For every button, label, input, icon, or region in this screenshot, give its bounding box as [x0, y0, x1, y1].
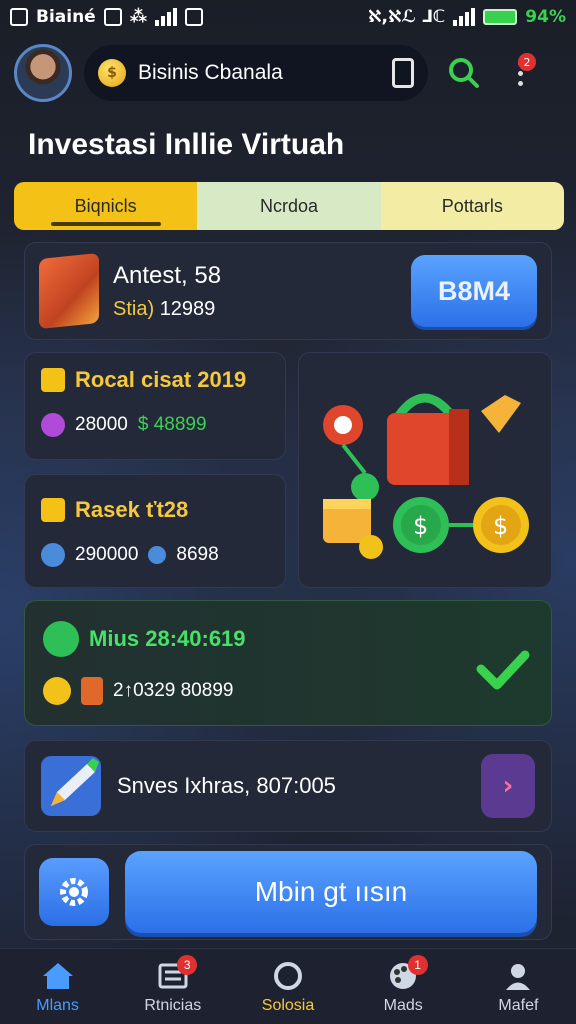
- stat-card-rasek-extra: 8698: [176, 544, 219, 565]
- stat-card-rasek-title: Rasek ťt28: [75, 497, 189, 522]
- check-icon: [476, 650, 530, 690]
- status-app-label: Biainé: [36, 7, 96, 27]
- status-bar: Biainé ⁂ ℵ,ℵℒ ⅃ℂ 94%: [0, 0, 576, 34]
- nav-badge-mads: 1: [407, 955, 428, 975]
- profile-icon: [500, 959, 536, 993]
- main-action-button[interactable]: Mbin gt ıısın: [125, 851, 537, 933]
- clipboard-icon: [103, 8, 122, 26]
- coin-small-icon: [148, 546, 167, 564]
- featured-card[interactable]: Antest, 58 Stia) 12989 B8M4: [24, 242, 552, 340]
- calculator-icon: [81, 677, 103, 705]
- bottom-nav: Mlans 3 Rtnicias Solosia 1 Mads Mafef: [0, 948, 576, 1024]
- nav-label-news: Rtnicias: [144, 996, 202, 1014]
- svg-text:$: $: [493, 512, 508, 540]
- stat-card-local-title: Rocal cisat 2019: [75, 367, 247, 392]
- page-title: Investasi Inllie Virtuah: [28, 128, 345, 161]
- featured-sub-prefix: Stia): [113, 297, 155, 320]
- stat-card-local-value: 28000: [75, 414, 128, 435]
- nav-label-mads: Mads: [383, 996, 423, 1014]
- circle-icon: [270, 959, 306, 993]
- checkbox-icon: [41, 498, 65, 522]
- cell-signal-icon: [453, 8, 476, 26]
- clipboard-icon[interactable]: [392, 58, 414, 88]
- stat-card-rasek[interactable]: Rasek ťt28 290000 8698: [24, 474, 286, 588]
- nav-item-profile[interactable]: Mafef: [461, 949, 576, 1024]
- chevron-right-button[interactable]: ›: [481, 754, 535, 818]
- featured-action-button[interactable]: B8M4: [411, 255, 537, 327]
- home-icon: [40, 959, 76, 993]
- nav-item-news[interactable]: 3 Rtnicias: [115, 949, 230, 1024]
- search-icon[interactable]: [440, 49, 488, 97]
- stat-card-local[interactable]: Rocal cisat 2019 28000 $ 48899: [24, 352, 286, 460]
- notification-icon: [10, 8, 28, 26]
- nav-label-solosia: Solosia: [261, 996, 315, 1014]
- calendar-icon: [41, 368, 65, 392]
- tab-ncrdoa[interactable]: Ncrdoa: [197, 182, 381, 230]
- svg-text:$: $: [413, 512, 428, 540]
- stat-card-local-green-value: $ 48899: [137, 414, 207, 435]
- promo-text: Snves Ixhras, 807:005: [117, 773, 336, 798]
- promo-card[interactable]: Snves Ixhras, 807:005 ›: [24, 740, 552, 832]
- battery-percent: 94%: [525, 7, 566, 27]
- tab-biqnicls[interactable]: Biqnicls: [14, 182, 198, 230]
- nav-badge-news: 3: [177, 955, 198, 975]
- nav-label-profile: Mafef: [498, 996, 539, 1014]
- status-card-sub: 2↑0329 80899: [113, 680, 234, 701]
- coin-icon: [43, 677, 71, 705]
- featured-subtitle: Stia) 12989: [113, 298, 397, 321]
- investment-illustration-card: $ $: [298, 352, 552, 588]
- settings-button[interactable]: [39, 858, 109, 926]
- status-right-text: ℵ,ℵℒ ⅃ℂ: [368, 7, 446, 27]
- avatar[interactable]: [14, 44, 72, 102]
- featured-title: Antest, 58: [113, 261, 222, 289]
- more-menu-button[interactable]: 2: [500, 49, 540, 97]
- action-bar: Mbin gt ıısın: [24, 844, 552, 940]
- pen-icon: [41, 756, 101, 816]
- image-icon: [185, 8, 204, 26]
- robot-icon: [43, 621, 79, 657]
- nav-label-home: Mlans: [36, 996, 79, 1014]
- signal-icon: [155, 8, 178, 26]
- flask-icon: [41, 413, 65, 437]
- status-card[interactable]: Mius 28:40:619 2↑0329 80899: [24, 600, 552, 726]
- app-title-pill[interactable]: $ Bisinis Cbanala: [84, 45, 428, 101]
- app-header: $ Bisinis Cbanala 2: [14, 38, 564, 108]
- notification-badge: 2: [518, 53, 536, 71]
- nav-item-solosia[interactable]: Solosia: [230, 949, 345, 1024]
- stat-card-rasek-value: 290000: [75, 544, 139, 565]
- trend-icon: [41, 543, 65, 567]
- investment-illustration: $ $: [323, 393, 529, 559]
- battery-icon: [483, 9, 518, 25]
- nav-item-home[interactable]: Mlans: [0, 949, 115, 1024]
- dice-icon: [39, 252, 99, 330]
- nav-item-mads[interactable]: 1 Mads: [346, 949, 461, 1024]
- coin-icon: $: [98, 59, 126, 87]
- status-card-title: Mius 28:40:619: [89, 626, 246, 651]
- gear-icon: [60, 878, 88, 906]
- grid-icon: ⁂: [129, 7, 148, 27]
- tab-bar: Biqnicls Ncrdoa Pottarls: [14, 182, 564, 230]
- featured-sub-value: 12989: [159, 297, 216, 320]
- app-name: Bisinis Cbanala: [138, 61, 283, 84]
- tab-pottarls[interactable]: Pottarls: [380, 182, 564, 230]
